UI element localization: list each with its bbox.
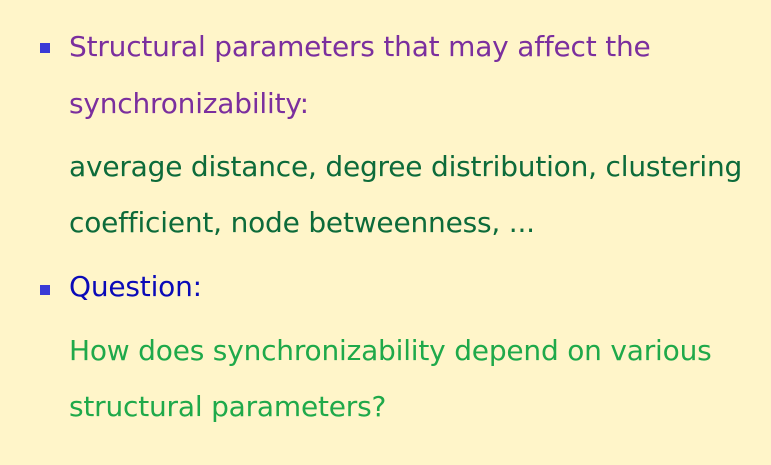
- bullet-1-body-line-2: coefficient, node betweenness, ...: [69, 206, 535, 239]
- bullet-1-heading-line-1: Structural parameters that may affect th…: [69, 30, 651, 63]
- bullet-2-body-line-1: How does synchronizability depend on var…: [69, 334, 712, 367]
- bullet-2-heading: Question:: [69, 270, 202, 303]
- bullet-1-heading-line-2: synchronizability:: [69, 87, 309, 120]
- square-bullet-icon: [40, 43, 50, 53]
- slide: Structural parameters that may affect th…: [0, 0, 771, 465]
- square-bullet-icon: [40, 285, 50, 295]
- bullet-2-body-line-2: structural parameters?: [69, 390, 387, 423]
- bullet-1-body-line-1: average distance, degree distribution, c…: [69, 150, 743, 183]
